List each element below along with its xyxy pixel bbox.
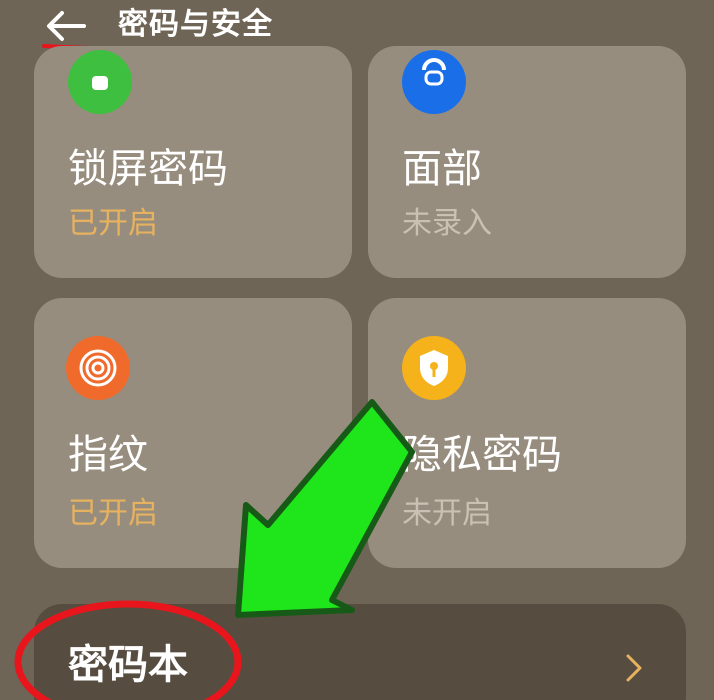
password-book-row[interactable]: 密码本 <box>34 604 686 700</box>
chevron-right-icon <box>626 654 642 682</box>
card-lock-screen-password[interactable]: 锁屏密码 已开启 <box>34 46 352 278</box>
card-label: 指纹 <box>68 432 148 478</box>
card-status: 已开启 <box>68 496 158 531</box>
lock-icon <box>68 50 132 114</box>
card-status: 未开启 <box>402 496 492 531</box>
back-arrow-icon[interactable] <box>44 8 88 44</box>
card-label: 锁屏密码 <box>68 146 228 192</box>
card-status: 未录入 <box>402 206 492 241</box>
card-privacy-password[interactable]: 隐私密码 未开启 <box>368 298 686 568</box>
face-icon <box>402 50 466 114</box>
card-status: 已开启 <box>68 206 158 241</box>
card-fingerprint[interactable]: 指纹 已开启 <box>34 298 352 568</box>
card-label: 面部 <box>402 146 482 192</box>
card-label: 隐私密码 <box>402 432 562 478</box>
page-title: 密码与安全 <box>118 7 273 42</box>
fingerprint-icon <box>66 336 130 400</box>
password-book-label: 密码本 <box>68 642 188 688</box>
card-face[interactable]: 面部 未录入 <box>368 46 686 278</box>
privacy-shield-icon <box>402 336 466 400</box>
